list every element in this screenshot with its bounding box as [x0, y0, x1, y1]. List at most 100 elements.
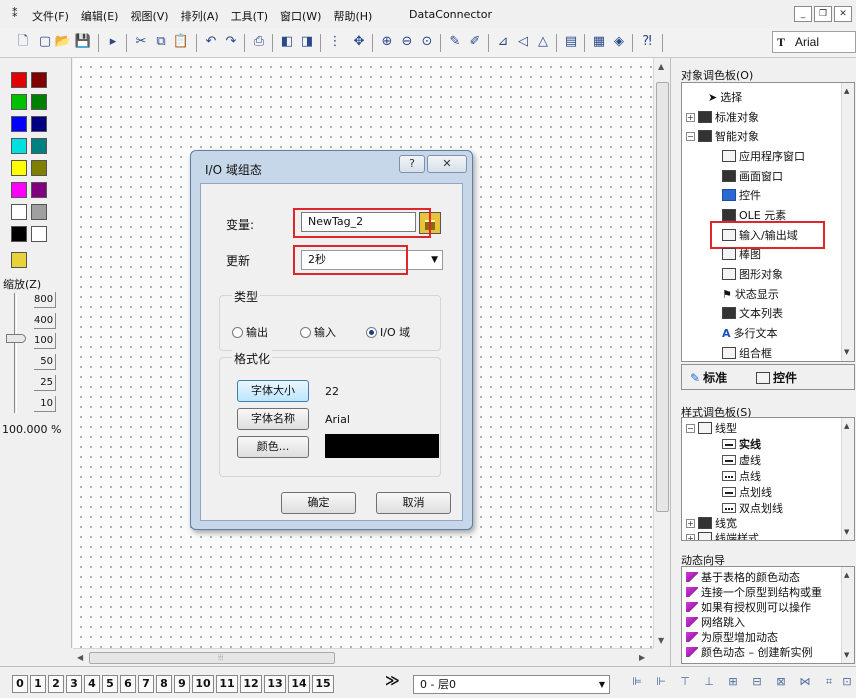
align-center-icon[interactable]: ◁: [514, 33, 532, 51]
zoom-fit-icon[interactable]: ⊙: [418, 33, 436, 51]
color-swatch-2[interactable]: [11, 94, 27, 110]
same-height-icon[interactable]: ⊠: [774, 675, 788, 689]
layer-button-4[interactable]: 4: [84, 675, 100, 693]
tag-icon[interactable]: ✎: [446, 33, 464, 51]
menu-arrange[interactable]: 排列(A): [181, 8, 219, 24]
zoom-out-icon[interactable]: ⊖: [398, 33, 416, 51]
new-picture-icon[interactable]: ▢: [36, 33, 54, 51]
bring-front-icon[interactable]: ◧: [278, 33, 296, 51]
properties-icon[interactable]: ◈: [610, 33, 628, 51]
menu-window[interactable]: 窗口(W): [280, 8, 321, 24]
layer-button-7[interactable]: 7: [138, 675, 154, 693]
new-icon[interactable]: 🗋: [14, 33, 32, 51]
scroll-up-icon[interactable]: ▲: [658, 62, 664, 71]
wizard-item[interactable]: 网络跳入: [686, 614, 745, 630]
font-name-button[interactable]: 字体名称: [237, 408, 309, 430]
send-back-icon[interactable]: ◨: [298, 33, 316, 51]
scroll-left-icon[interactable]: ◀: [77, 653, 83, 662]
expand-icon[interactable]: +: [686, 533, 695, 540]
color-swatch-10[interactable]: [11, 182, 27, 198]
tab-standard[interactable]: ✎ 标准: [690, 369, 727, 386]
align-top-icon[interactable]: ⊤: [678, 675, 692, 689]
layer-button-6[interactable]: 6: [120, 675, 136, 693]
zoom-level[interactable]: 400: [34, 313, 56, 329]
wizard-item[interactable]: 基于表格的颜色动态: [686, 569, 800, 585]
dynamic-wizard-scrollbar[interactable]: ▲ ▼: [841, 567, 854, 663]
cancel-button[interactable]: 取消: [376, 492, 451, 514]
object-palette-scrollbar[interactable]: ▲ ▼: [841, 83, 854, 361]
tree-item-status-display[interactable]: ⚑ 状态显示: [722, 286, 779, 302]
layer-button-14[interactable]: 14: [288, 675, 310, 693]
canvas-horizontal-scrollbar[interactable]: ◀ ⦙⦙⦙ ▶: [73, 648, 653, 666]
color-swatch-6[interactable]: [11, 138, 27, 154]
align-middle-icon[interactable]: ⊥: [702, 675, 716, 689]
wizard-item[interactable]: 为原型增加动态: [686, 629, 778, 645]
same-width-icon[interactable]: ⊟: [750, 675, 764, 689]
color-button[interactable]: 颜色...: [237, 436, 309, 458]
tree-item-standard-objects[interactable]: + 标准对象: [686, 109, 759, 125]
layers-icon[interactable]: ▤: [562, 33, 580, 51]
color-swatch-3[interactable]: [31, 94, 47, 110]
scroll-up-icon[interactable]: ▲: [844, 571, 849, 579]
color-swatch-4[interactable]: [11, 116, 27, 132]
align-left-edge-icon[interactable]: ⊫: [630, 675, 644, 689]
scroll-down-icon[interactable]: ▼: [844, 348, 849, 356]
tree-item-combo-box[interactable]: 组合框: [722, 345, 772, 361]
tree-item-line-end[interactable]: + 线端样式: [686, 530, 759, 540]
open-icon[interactable]: 📂: [54, 33, 72, 51]
library-icon[interactable]: ▦: [590, 33, 608, 51]
help-pointer-icon[interactable]: ⁈: [638, 33, 656, 51]
menu-file[interactable]: 文件(F): [32, 8, 69, 24]
color-swatch-13[interactable]: [31, 204, 47, 220]
redo-icon[interactable]: ↷: [222, 33, 240, 51]
align-horizontal-icon[interactable]: ⊩: [654, 675, 668, 689]
zoom-slider-track[interactable]: [14, 293, 17, 413]
expand-icon[interactable]: +: [686, 518, 695, 528]
ok-button[interactable]: 确定: [281, 492, 356, 514]
radio-input[interactable]: 输入: [300, 324, 336, 340]
color-swatch-5[interactable]: [31, 116, 47, 132]
zoom-level[interactable]: 50: [34, 354, 56, 370]
dialog-close-button[interactable]: ✕: [427, 155, 467, 173]
tree-item-solid[interactable]: 实线: [722, 436, 761, 452]
save-icon[interactable]: 💾: [74, 33, 92, 51]
tag-edit-icon[interactable]: ✐: [466, 33, 484, 51]
color-swatch-15[interactable]: [31, 226, 47, 242]
tree-item-picture-window[interactable]: 画面窗口: [722, 168, 783, 184]
scroll-down-icon[interactable]: ▼: [844, 651, 849, 659]
menu-edit[interactable]: 编辑(E): [81, 8, 119, 24]
color-swatch-0[interactable]: [11, 72, 27, 88]
undo-icon[interactable]: ↶: [202, 33, 220, 51]
collapse-icon[interactable]: −: [686, 131, 695, 141]
zoom-in-icon[interactable]: ⊕: [378, 33, 396, 51]
zoom-level[interactable]: 100: [34, 333, 56, 349]
minimize-button[interactable]: _: [794, 6, 812, 22]
menu-view[interactable]: 视图(V): [130, 8, 168, 24]
align-right-icon[interactable]: △: [534, 33, 552, 51]
color-swatch-8[interactable]: [11, 160, 27, 176]
menu-help[interactable]: 帮助(H): [333, 8, 372, 24]
layer-select[interactable]: 0 - 层0 ▼: [413, 675, 610, 694]
layer-button-11[interactable]: 11: [216, 675, 238, 693]
horizontal-scroll-thumb[interactable]: ⦙⦙⦙: [89, 652, 335, 664]
more-layers-button[interactable]: ≫: [385, 673, 400, 689]
radio-output[interactable]: 输出: [232, 324, 268, 340]
tree-item-select[interactable]: ➤ 选择: [708, 89, 742, 105]
layout-icon[interactable]: ⊡: [840, 675, 854, 689]
radio-io-field[interactable]: I/O 域: [366, 324, 410, 340]
canvas-vertical-scrollbar[interactable]: ▲ ▼: [653, 58, 670, 648]
tree-item-app-window[interactable]: 应用程序窗口: [722, 148, 805, 164]
layer-button-15[interactable]: 15: [312, 675, 334, 693]
color-swatch-12[interactable]: [11, 204, 27, 220]
color-swatch-11[interactable]: [31, 182, 47, 198]
tree-item-dashed[interactable]: 虚线: [722, 452, 761, 468]
scroll-right-icon[interactable]: ▶: [639, 653, 645, 662]
color-swatch-14[interactable]: [11, 226, 27, 242]
layer-button-2[interactable]: 2: [48, 675, 64, 693]
tree-item-dotted[interactable]: 点线: [722, 468, 761, 484]
layer-button-8[interactable]: 8: [156, 675, 172, 693]
zoom-level[interactable]: 10: [34, 396, 56, 412]
tree-item-dash-dot[interactable]: 点划线: [722, 484, 772, 500]
tree-item-text-list[interactable]: 文本列表: [722, 305, 783, 321]
scroll-up-icon[interactable]: ▲: [844, 422, 849, 430]
